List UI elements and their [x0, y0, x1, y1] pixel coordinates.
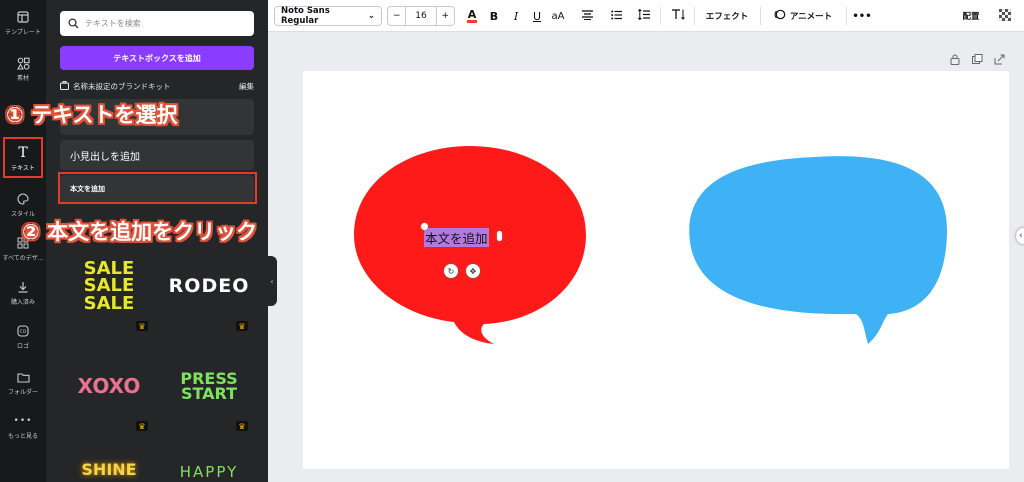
speech-bubble-blue	[689, 156, 948, 344]
highlight-add-body	[58, 172, 257, 204]
chevron-left-icon: ‹	[1019, 231, 1023, 241]
resize-handle[interactable]	[421, 223, 428, 230]
highlight-text-tab	[3, 137, 43, 178]
rotate-icon: ↻	[447, 266, 455, 276]
rotate-button[interactable]: ↻	[444, 264, 458, 278]
move-icon: ✥	[469, 266, 477, 276]
annotation-step-1: ① テキストを選択	[6, 103, 178, 127]
selected-text-element[interactable]: 本文を追加	[424, 228, 489, 247]
resize-handle[interactable]	[497, 231, 502, 241]
move-button[interactable]: ✥	[466, 264, 480, 278]
annotation-step-2: ② 本文を追加をクリック	[22, 220, 258, 244]
